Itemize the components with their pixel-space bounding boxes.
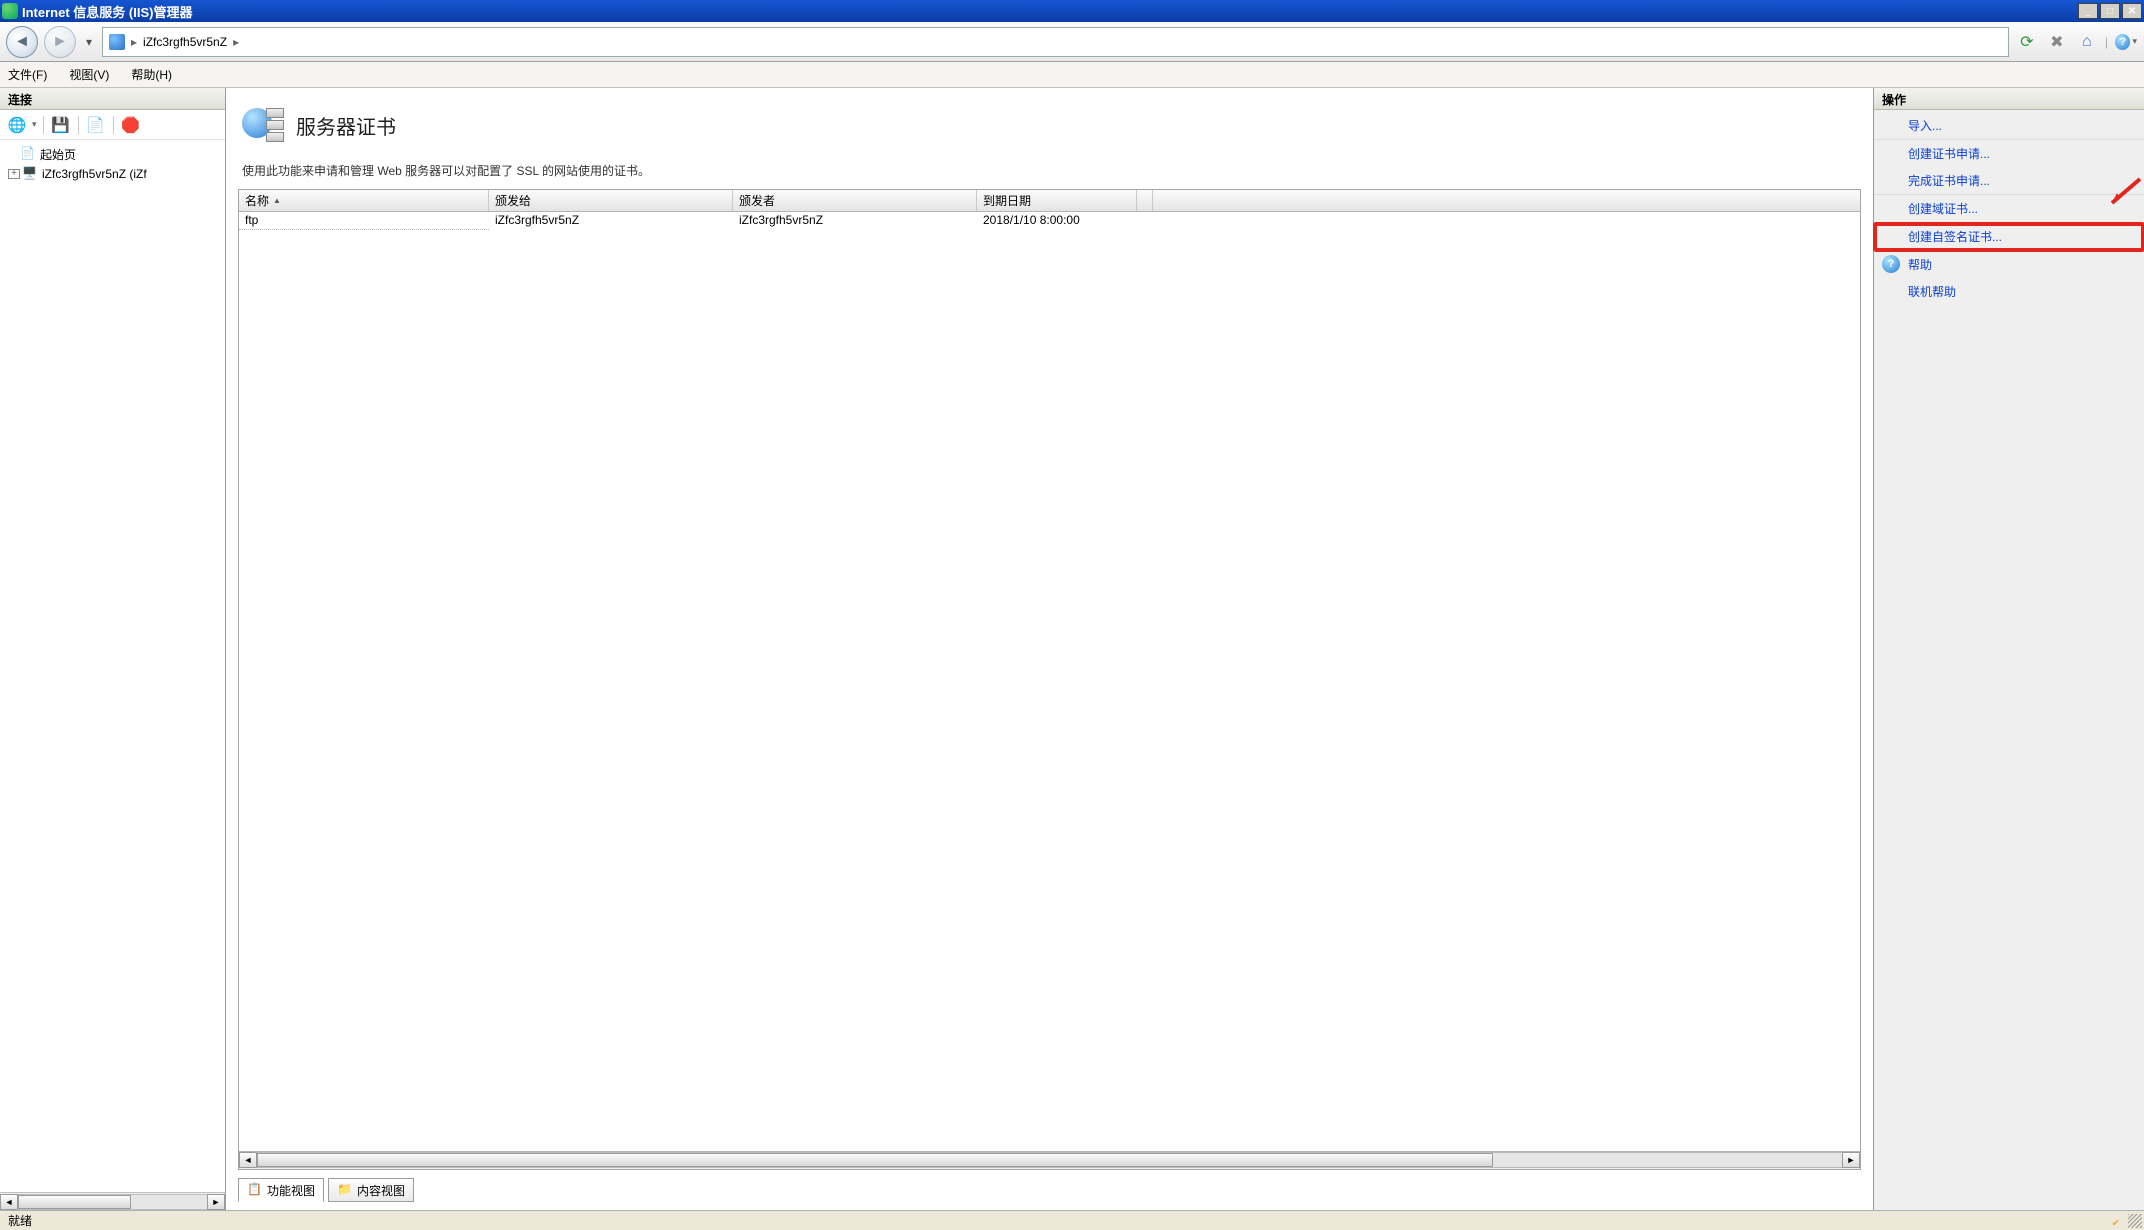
cell-expires: 2018/1/10 8:00:00 (977, 212, 1137, 230)
connections-toolbar: 🌐 ▾ 💾 📄 🛑 (0, 110, 225, 140)
scroll-thumb[interactable] (18, 1195, 131, 1209)
maximize-button[interactable]: □ (2100, 3, 2120, 19)
scroll-left-icon[interactable]: ◄ (239, 1152, 257, 1168)
close-button[interactable]: ✕ (2122, 3, 2142, 19)
tree-start-page[interactable]: 📄 起始页 (2, 144, 223, 164)
toolbar-sep (113, 116, 114, 134)
connect-button[interactable]: 🌐 (6, 114, 28, 136)
center-panel: 服务器证书 使用此功能来申请和管理 Web 服务器可以对配置了 SSL 的网站使… (226, 88, 1874, 1210)
server-certificates-icon (242, 104, 284, 146)
chevron-down-icon[interactable]: ▾ (32, 119, 37, 130)
address-bar[interactable]: ▸ iZfc3rgfh5vr5nZ ▸ (102, 27, 2009, 57)
scroll-thumb[interactable] (257, 1153, 1493, 1167)
menubar: 文件(F) 视图(V) 帮助(H) (0, 62, 2144, 88)
help-dropdown-button[interactable]: ? ▾ (2114, 30, 2138, 54)
breadcrumb-sep-icon: ▸ (233, 35, 239, 49)
breadcrumb-server[interactable]: iZfc3rgfh5vr5nZ (143, 35, 227, 49)
menu-view[interactable]: 视图(V) (69, 66, 109, 83)
server-icon: 🖥️ (22, 166, 38, 182)
action-help[interactable]: ? 帮助 (1874, 251, 2144, 278)
col-header-expires[interactable]: 到期日期 (977, 190, 1137, 211)
nav-history-dropdown[interactable]: ▾ (82, 35, 96, 49)
cell-name: ftp (239, 212, 489, 230)
tab-feature-label: 功能视图 (267, 1182, 315, 1199)
scroll-track[interactable] (257, 1152, 1842, 1168)
titlebar: Internet 信息服务 (IIS)管理器 _ □ ✕ (0, 0, 2144, 22)
table-header: 名称▲ 颁发给 颁发者 到期日期 (239, 190, 1860, 212)
action-complete-request[interactable]: 完成证书申请... (1874, 167, 2144, 195)
tab-content-label: 内容视图 (357, 1182, 405, 1199)
workarea: 连接 🌐 ▾ 💾 📄 🛑 📄 起始页 + 🖥️ iZfc3rgfh5vr5nZ … (0, 88, 2144, 1210)
breadcrumb-sep-icon: ▸ (131, 35, 137, 49)
watermark-icon: ✔ (2112, 1218, 2120, 1229)
nav-back-button[interactable]: ◄ (6, 26, 38, 58)
scroll-track[interactable] (18, 1194, 207, 1210)
tree-server-label: iZfc3rgfh5vr5nZ (iZf (42, 167, 147, 181)
connections-header: 连接 (0, 88, 225, 110)
save-button[interactable]: 💾 (50, 114, 72, 136)
menu-file[interactable]: 文件(F) (8, 66, 47, 83)
actions-list: 导入... 创建证书申请... 完成证书申请... 创建域证书... 创建自签名… (1874, 110, 2144, 307)
toolbar-sep: | (2105, 35, 2108, 49)
resize-grip-icon[interactable] (2128, 1214, 2142, 1228)
actions-header: 操作 (1874, 88, 2144, 110)
scroll-left-icon[interactable]: ◄ (0, 1194, 18, 1210)
window-title: Internet 信息服务 (IIS)管理器 (22, 2, 2076, 21)
action-online-help[interactable]: 联机帮助 (1874, 278, 2144, 305)
toolbar-sep (78, 116, 79, 134)
toolbar-sep (43, 116, 44, 134)
home-button[interactable]: ⌂ (2075, 30, 2099, 54)
table-hscrollbar[interactable]: ◄ ► (239, 1151, 1860, 1169)
help-icon: ? (2115, 34, 2130, 50)
tree-server-node[interactable]: + 🖥️ iZfc3rgfh5vr5nZ (iZf (2, 164, 223, 184)
col-header-extra[interactable] (1137, 190, 1153, 211)
action-import[interactable]: 导入... (1874, 112, 2144, 140)
page-title: 服务器证书 (296, 111, 396, 140)
sort-asc-icon: ▲ (273, 196, 281, 205)
tab-feature-view[interactable]: 📋 功能视图 (238, 1178, 324, 1202)
connections-panel: 连接 🌐 ▾ 💾 📄 🛑 📄 起始页 + 🖥️ iZfc3rgfh5vr5nZ … (0, 88, 226, 1210)
certificates-table: 名称▲ 颁发给 颁发者 到期日期 ftp iZfc3rgfh5vr5nZ iZf… (238, 189, 1861, 1170)
scroll-right-icon[interactable]: ► (1842, 1152, 1860, 1168)
col-header-issued-by[interactable]: 颁发者 (733, 190, 977, 211)
actions-panel: 操作 导入... 创建证书申请... 完成证书申请... 创建域证书... 创建… (1874, 88, 2144, 1210)
tab-content-view[interactable]: 📁 内容视图 (328, 1178, 414, 1202)
scroll-right-icon[interactable]: ► (207, 1194, 225, 1210)
nav-row: ◄ ► ▾ ▸ iZfc3rgfh5vr5nZ ▸ ⟳ ✖ ⌂ | ? ▾ (0, 22, 2144, 62)
tree-expand-icon[interactable]: + (8, 169, 20, 179)
status-text: 就绪 (8, 1212, 32, 1229)
server-icon (109, 34, 125, 50)
chevron-down-icon: ▾ (2132, 36, 2137, 47)
table-row[interactable]: ftp iZfc3rgfh5vr5nZ iZfc3rgfh5vr5nZ 2018… (239, 212, 1860, 230)
help-icon: ? (1882, 255, 1900, 273)
menu-help[interactable]: 帮助(H) (131, 66, 172, 83)
tree-start-page-label: 起始页 (40, 146, 76, 163)
page-heading-row: 服务器证书 (242, 104, 1861, 146)
cell-issued-by: iZfc3rgfh5vr5nZ (733, 212, 977, 230)
up-button[interactable]: 📄 (85, 114, 107, 136)
refresh-button[interactable]: ⟳ (2015, 30, 2039, 54)
action-create-selfsigned-cert[interactable]: 创建自签名证书... (1874, 223, 2144, 251)
left-hscrollbar[interactable]: ◄ ► (0, 1192, 225, 1210)
minimize-button[interactable]: _ (2078, 3, 2098, 19)
delete-connection-button[interactable]: 🛑 (120, 114, 142, 136)
action-create-request[interactable]: 创建证书申请... (1874, 140, 2144, 167)
table-body: ftp iZfc3rgfh5vr5nZ iZfc3rgfh5vr5nZ 2018… (239, 212, 1860, 1151)
page-description: 使用此功能来申请和管理 Web 服务器可以对配置了 SSL 的网站使用的证书。 (242, 162, 1857, 179)
action-create-domain-cert[interactable]: 创建域证书... (1874, 195, 2144, 223)
nav-forward-button[interactable]: ► (44, 26, 76, 58)
connections-tree: 📄 起始页 + 🖥️ iZfc3rgfh5vr5nZ (iZf (0, 140, 225, 1192)
start-page-icon: 📄 (20, 146, 36, 162)
statusbar: 就绪 ✔ (0, 1210, 2144, 1230)
view-tabs: 📋 功能视图 📁 内容视图 (238, 1176, 1861, 1204)
app-icon (2, 3, 18, 19)
feature-view-icon: 📋 (247, 1182, 263, 1198)
col-header-issued-to[interactable]: 颁发给 (489, 190, 733, 211)
cell-issued-to: iZfc3rgfh5vr5nZ (489, 212, 733, 230)
col-header-name[interactable]: 名称▲ (239, 190, 489, 211)
content-view-icon: 📁 (337, 1182, 353, 1198)
stop-button[interactable]: ✖ (2045, 30, 2069, 54)
